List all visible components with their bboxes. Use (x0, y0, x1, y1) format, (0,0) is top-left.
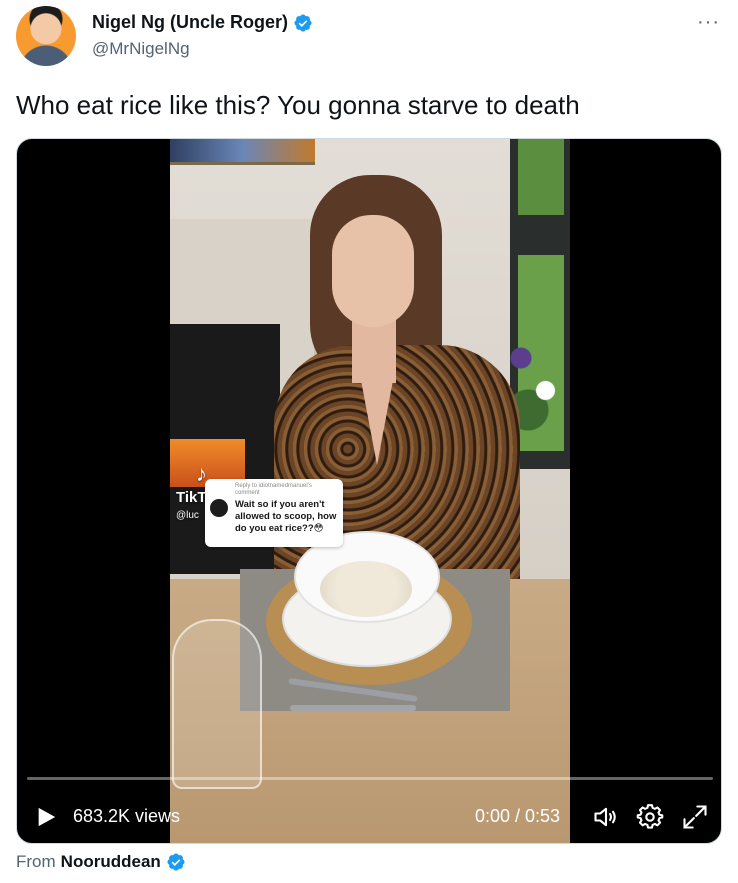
from-label: From (16, 852, 56, 871)
video-frame[interactable]: ♪ TikTok @luc Reply to idiotnamedmanuel'… (170, 139, 570, 843)
video-painting (170, 139, 315, 165)
avatar[interactable] (16, 6, 76, 66)
tiktok-username: @luc (176, 510, 199, 521)
comment-reply-label: Reply to idiotnamedmanuel's comment (235, 483, 312, 496)
video-controls: 683.2K views 0:00 / 0:53 (17, 799, 721, 835)
video-person-neck (352, 319, 396, 383)
comment-text: Wait so if you aren't allowed to scoop, … (235, 499, 337, 534)
view-count: 683.2K views (73, 806, 181, 826)
play-icon[interactable] (35, 806, 57, 828)
video-source: From Nooruddean (16, 852, 186, 872)
author-display-name[interactable]: Nigel Ng (Uncle Roger) (92, 12, 288, 33)
verified-badge-icon (167, 853, 185, 871)
video-time: 0:00 / 0:53 (475, 806, 561, 826)
more-options-icon[interactable]: ··· (697, 12, 720, 32)
author-handle[interactable]: @MrNigelNg (92, 39, 190, 59)
video-window-pane (518, 139, 564, 215)
verified-badge-icon (294, 13, 312, 32)
fullscreen-icon[interactable] (681, 803, 709, 831)
volume-icon[interactable] (592, 803, 620, 831)
video-spoon (290, 705, 416, 711)
tiktok-comment-bubble: Reply to idiotnamedmanuel's comment Wait… (205, 479, 343, 547)
tweet-text: Who eat rice like this? You gonna starve… (16, 90, 580, 120)
video-player[interactable]: ♪ TikTok @luc Reply to idiotnamedmanuel'… (16, 138, 722, 844)
video-glass (172, 619, 262, 789)
comment-avatar (210, 499, 228, 517)
source-account-name[interactable]: Nooruddean (61, 852, 161, 872)
settings-gear-icon[interactable] (636, 803, 664, 831)
video-progress-bar[interactable] (27, 777, 713, 780)
video-rice (320, 561, 412, 617)
video-person-face (332, 215, 414, 327)
author-name-row: Nigel Ng (Uncle Roger) (92, 12, 313, 33)
